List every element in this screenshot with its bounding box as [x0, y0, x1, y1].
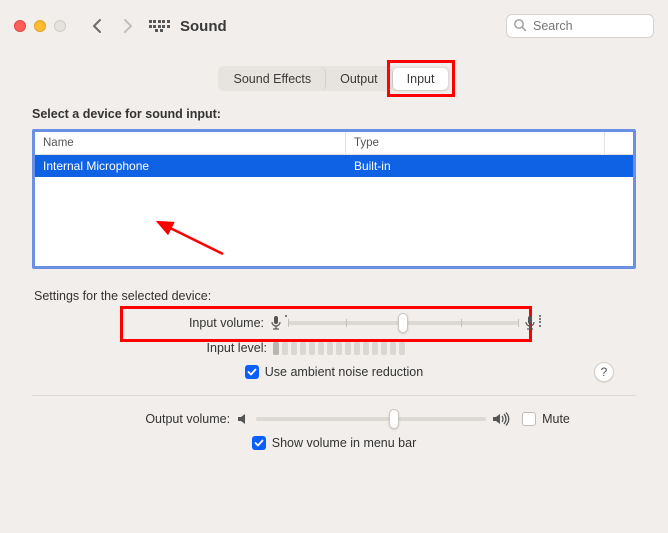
tab-sound-effects[interactable]: Sound Effects	[220, 68, 327, 90]
back-button[interactable]	[86, 15, 108, 37]
input-volume-thumb[interactable]	[398, 313, 408, 333]
forward-button	[116, 15, 138, 37]
input-panel: Select a device for sound input: Name Ty…	[32, 107, 636, 379]
device-table[interactable]: Name Type Internal Microphone Built-in	[32, 129, 636, 269]
show-volume-checkbox[interactable]	[252, 436, 266, 450]
search-field-wrap	[506, 14, 654, 38]
device-name: Internal Microphone	[35, 155, 346, 177]
tab-bar: Sound Effects Output Input	[0, 66, 668, 91]
window-toolbar: Sound	[0, 0, 668, 52]
noise-reduction-label: Use ambient noise reduction	[265, 365, 423, 379]
search-icon	[513, 18, 527, 37]
tab-input[interactable]: Input	[393, 68, 449, 90]
speaker-low-icon	[236, 412, 250, 426]
input-volume-slider[interactable]	[288, 321, 518, 325]
annotation-arrow	[148, 218, 228, 258]
device-table-header: Name Type	[35, 132, 633, 155]
window-title: Sound	[180, 18, 227, 35]
output-volume-label: Output volume:	[98, 412, 230, 426]
column-name[interactable]: Name	[35, 132, 346, 154]
input-volume-row: Input volume:	[32, 315, 636, 331]
close-window-button[interactable]	[14, 20, 26, 32]
minimize-window-button[interactable]	[34, 20, 46, 32]
column-spacer	[605, 132, 633, 154]
tab-output[interactable]: Output	[326, 68, 393, 90]
show-all-icon[interactable]	[148, 15, 170, 37]
noise-reduction-checkbox[interactable]	[245, 365, 259, 379]
mic-high-icon	[524, 315, 536, 331]
device-row[interactable]: Internal Microphone Built-in	[35, 155, 633, 177]
show-volume-label: Show volume in menu bar	[272, 436, 417, 450]
select-device-label: Select a device for sound input:	[32, 107, 636, 121]
mute-label: Mute	[542, 412, 570, 426]
device-type: Built-in	[346, 155, 605, 177]
noise-reduction-row: Use ambient noise reduction ?	[32, 365, 636, 379]
help-button[interactable]: ?	[594, 362, 614, 382]
window-controls	[14, 20, 66, 32]
column-type[interactable]: Type	[346, 132, 605, 154]
mic-low-icon	[270, 315, 282, 331]
mute-checkbox[interactable]	[522, 412, 536, 426]
search-input[interactable]	[506, 14, 654, 38]
zoom-window-button	[54, 20, 66, 32]
output-volume-thumb[interactable]	[389, 409, 399, 429]
input-level-label: Input level:	[135, 341, 267, 355]
output-volume-slider[interactable]	[256, 417, 486, 421]
input-level-meter	[273, 342, 533, 355]
speaker-high-icon	[492, 412, 512, 426]
output-volume-row: Output volume: Mute	[32, 412, 636, 426]
settings-label: Settings for the selected device:	[34, 289, 636, 303]
mute-row: Mute	[522, 412, 570, 426]
input-level-row: Input level:	[32, 341, 636, 355]
separator	[32, 395, 636, 396]
show-volume-row: Show volume in menu bar	[0, 436, 668, 450]
